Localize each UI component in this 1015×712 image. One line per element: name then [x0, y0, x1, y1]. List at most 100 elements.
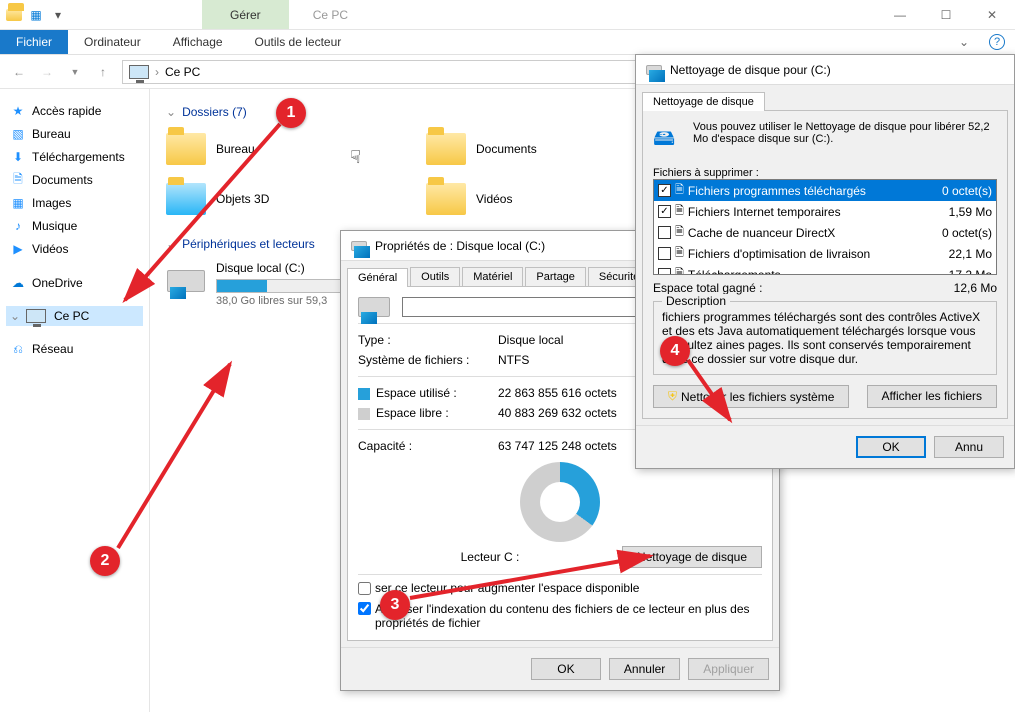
cleanup-title-bar: Nettoyage de disque pour (C:): [636, 55, 1014, 85]
disk-icon: [358, 297, 390, 317]
checkbox-icon[interactable]: [658, 226, 671, 239]
display-tab[interactable]: Affichage: [157, 30, 239, 54]
explorer-icon: [6, 7, 22, 23]
close-button[interactable]: ✕: [969, 0, 1015, 29]
disk-icon: [351, 241, 367, 251]
folder-objects3d[interactable]: Objets 3D: [166, 179, 366, 219]
folder-documents[interactable]: Documents: [426, 129, 626, 169]
checkbox-icon[interactable]: [658, 268, 671, 275]
nav-onedrive[interactable]: ☁OneDrive: [6, 272, 143, 294]
view-files-button[interactable]: Afficher les fichiers: [867, 385, 997, 408]
disk-cleanup-button[interactable]: Nettoyage de disque: [622, 546, 762, 568]
checkbox-icon[interactable]: ✓: [658, 205, 671, 218]
nav-network[interactable]: ⎌Réseau: [6, 338, 143, 360]
tab-sharing[interactable]: Partage: [525, 267, 586, 286]
file-size: 17,2 Mo: [949, 268, 992, 276]
properties-icon[interactable]: ▦: [28, 7, 44, 23]
drive-free-text: 38,0 Go libres sur 59,3: [216, 295, 356, 307]
annotation-step-2: 2: [90, 546, 120, 576]
tab-hardware[interactable]: Matériel: [462, 267, 523, 286]
quick-access-toolbar: ▦ ▾: [0, 0, 72, 29]
up-button[interactable]: ↑: [94, 65, 112, 79]
cursor-icon: ☟: [350, 147, 361, 168]
computer-tab[interactable]: Ordinateur: [68, 30, 157, 54]
file-label: Fichiers d'optimisation de livraison: [688, 247, 870, 261]
file-list-row[interactable]: 🗎Téléchargements17,2 Mo: [654, 264, 996, 275]
nav-music[interactable]: ♪Musique: [6, 215, 143, 237]
title-bar: ▦ ▾ Gérer Ce PC — ☐ ✕: [0, 0, 1015, 30]
drive-tools-tab[interactable]: Outils de lecteur: [239, 30, 358, 54]
nav-images[interactable]: ▦Images: [6, 192, 143, 214]
disk-cleanup-dialog: Nettoyage de disque pour (C:) Nettoyage …: [635, 54, 1015, 469]
clean-system-files-button[interactable]: ⛨Nettoyer les fichiers système: [653, 385, 849, 408]
description-box: Description fichiers programmes téléchar…: [653, 301, 997, 375]
index-checkbox[interactable]: Autoriser l'indexation du contenu des fi…: [358, 602, 755, 630]
file-label: Fichiers programmes téléchargés: [688, 184, 866, 198]
cleanup-ok-button[interactable]: OK: [856, 436, 926, 458]
file-icon: 🗎: [675, 202, 684, 221]
contextual-tab-manage[interactable]: Gérer: [202, 0, 289, 29]
tab-cleanup[interactable]: Nettoyage de disque: [642, 92, 765, 111]
checkbox-icon[interactable]: [658, 247, 671, 260]
checkbox-icon[interactable]: ✓: [658, 184, 671, 197]
total-gained-value: 12,6 Mo: [954, 281, 997, 295]
file-size: 22,1 Mo: [949, 247, 992, 261]
folder-videos[interactable]: Vidéos: [426, 179, 626, 219]
folder-desktop[interactable]: Bureau: [166, 129, 366, 169]
annotation-step-3: 3: [380, 590, 410, 620]
file-label: Cache de nuanceur DirectX: [688, 226, 835, 240]
file-label: Téléchargements: [688, 268, 781, 276]
tab-general[interactable]: Général: [347, 268, 408, 287]
file-list-row[interactable]: ✓ 🗎 Fichiers Internet temporaires 1,59 Mo: [654, 201, 996, 222]
nav-this-pc[interactable]: ⌄Ce PC: [6, 306, 143, 326]
back-button[interactable]: ←: [10, 65, 28, 79]
nav-quick-access[interactable]: ★Accès rapide: [6, 100, 143, 122]
usage-donut-chart: [520, 462, 600, 542]
nav-videos[interactable]: ▶Vidéos: [6, 238, 143, 260]
cleanup-title: Nettoyage de disque pour (C:): [670, 63, 831, 77]
file-size: 1,59 Mo: [949, 205, 992, 219]
cleanup-cancel-button[interactable]: Annu: [934, 436, 1004, 458]
pc-icon: [26, 309, 46, 323]
drive-letter-label: Lecteur C :: [358, 550, 622, 564]
props-apply-button[interactable]: Appliquer: [688, 658, 769, 680]
nav-documents[interactable]: 🗎Documents: [6, 169, 143, 191]
shield-icon: ⛨: [668, 389, 677, 404]
file-icon: 🗎: [675, 181, 684, 200]
cleanup-intro: Vous pouvez utiliser le Nettoyage de dis…: [693, 121, 997, 159]
file-list-row[interactable]: 🗎 Fichiers d'optimisation de livraison 22,…: [654, 243, 996, 264]
tab-tools[interactable]: Outils: [410, 267, 460, 286]
qat-dropdown-icon[interactable]: ▾: [50, 7, 66, 23]
file-list-row[interactable]: 🗎 Cache de nuanceur DirectX 0 octet(s): [654, 222, 996, 243]
drive-name: Disque local (C:): [216, 261, 356, 275]
file-list-row[interactable]: ✓ 🗎 Fichiers programmes téléchargés 0 octet…: [654, 180, 996, 201]
props-cancel-button[interactable]: Annuler: [609, 658, 680, 680]
nav-desktop[interactable]: ▧Bureau: [6, 123, 143, 145]
props-ok-button[interactable]: OK: [531, 658, 601, 680]
file-icon: 🗎: [675, 244, 684, 263]
forward-button[interactable]: →: [38, 65, 56, 79]
help-icon[interactable]: ?: [989, 34, 1005, 50]
navigation-pane: ★Accès rapide ▧Bureau ⬇Téléchargements 🗎…: [0, 89, 150, 712]
properties-title: Propriétés de : Disque local (C:): [375, 239, 545, 253]
pc-icon: [129, 65, 149, 79]
file-icon: 🗎: [675, 223, 684, 242]
total-gained-label: Espace total gagné :: [653, 281, 762, 295]
file-size: 0 octet(s): [942, 226, 992, 240]
file-label: Fichiers Internet temporaires: [688, 205, 841, 219]
recent-dropdown-icon[interactable]: ▼: [66, 67, 84, 77]
minimize-button[interactable]: —: [877, 0, 923, 29]
ribbon-collapse-icon[interactable]: ⌄: [959, 35, 969, 49]
address-location: Ce PC: [165, 65, 200, 79]
nav-downloads[interactable]: ⬇Téléchargements: [6, 146, 143, 168]
disk-icon: [646, 65, 662, 75]
maximize-button[interactable]: ☐: [923, 0, 969, 29]
file-tab[interactable]: Fichier: [0, 30, 68, 54]
window-title: Ce PC: [289, 0, 877, 29]
ribbon-tabs: Fichier Ordinateur Affichage Outils de l…: [0, 30, 1015, 55]
file-size: 0 octet(s): [942, 184, 992, 198]
files-listbox[interactable]: ✓ 🗎 Fichiers programmes téléchargés 0 octet…: [653, 179, 997, 275]
annotation-step-4: 4: [660, 336, 690, 366]
cleanup-icon: 🖴: [653, 121, 685, 159]
disk-icon: [167, 270, 205, 292]
